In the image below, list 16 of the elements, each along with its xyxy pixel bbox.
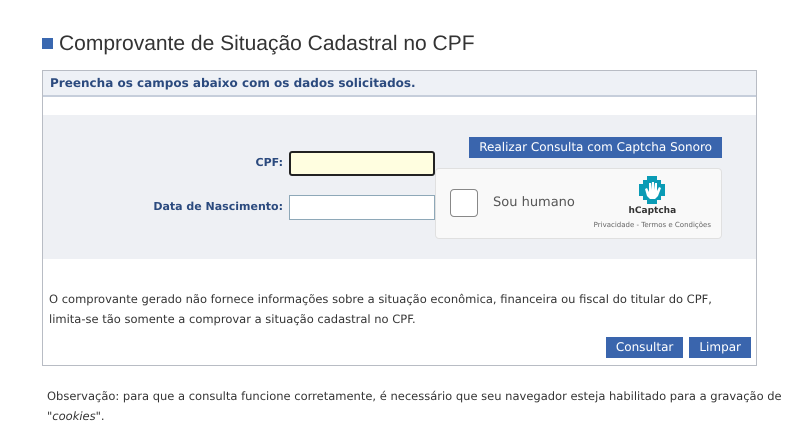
captcha-checkbox[interactable] — [450, 189, 478, 217]
form-header: Preencha os campos abaixo com os dados solicitados. — [43, 70, 756, 96]
action-button[interactable]: Consultar — [606, 336, 684, 358]
captcha-label: Sou humano — [493, 194, 576, 212]
note-text: Observação: para que a consulta funcione corretamente, é necessário que seu navegador esteja habilitado para a gravação de "cookies". — [46, 388, 783, 424]
title-square-icon — [42, 38, 53, 50]
field-label: CPF: — [256, 154, 283, 171]
disclaimer-text: O comprovante gerado não fornece informações sobre a situação econômica, financeira ou fiscal do titular do CPF, limita-se tão somente a comprovar a situação cadastral no CPF. — [48, 290, 713, 328]
action-button[interactable]: Limpar — [689, 336, 751, 358]
input-field[interactable] — [289, 150, 435, 176]
hand-logo-icon — [639, 176, 666, 204]
input-field[interactable] — [289, 194, 435, 220]
field-label: Data de Nascimento: — [153, 198, 283, 215]
audio-captcha-button[interactable]: Realizar Consulta com Captcha Sonoro — [469, 136, 722, 158]
captcha-brand: hCaptcha — [628, 205, 676, 218]
page-title: Comprovante de Situação Cadastral no CPF — [59, 31, 475, 57]
